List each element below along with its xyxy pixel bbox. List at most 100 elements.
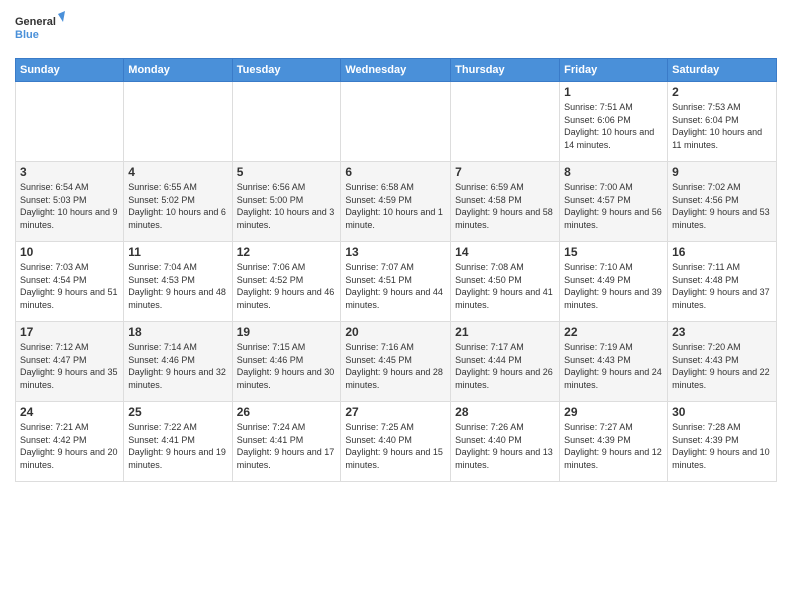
logo-svg: General Blue bbox=[15, 10, 65, 50]
day-info: Sunrise: 6:58 AMSunset: 4:59 PMDaylight:… bbox=[345, 181, 446, 231]
day-info: Sunrise: 7:07 AMSunset: 4:51 PMDaylight:… bbox=[345, 261, 446, 311]
calendar-cell: 17Sunrise: 7:12 AMSunset: 4:47 PMDayligh… bbox=[16, 322, 124, 402]
calendar-cell: 29 Sunrise: 7:27 AMSunset: 4:39 PMDayligh… bbox=[560, 402, 668, 482]
calendar-cell: 30 Sunrise: 7:28 AMSunset: 4:39 PMDayligh… bbox=[668, 402, 777, 482]
calendar-cell: 14 Sunrise: 7:08 AMSunset: 4:50 PMDayligh… bbox=[451, 242, 560, 322]
calendar-week-2: 3Sunrise: 6:54 AMSunset: 5:03 PMDaylight… bbox=[16, 162, 777, 242]
calendar-cell: 7 Sunrise: 6:59 AMSunset: 4:58 PMDaylight… bbox=[451, 162, 560, 242]
day-info: Sunrise: 7:20 AMSunset: 4:43 PMDaylight:… bbox=[672, 341, 772, 391]
day-info: Sunrise: 7:10 AMSunset: 4:49 PMDaylight:… bbox=[564, 261, 663, 311]
day-info: Sunrise: 7:08 AMSunset: 4:50 PMDaylight:… bbox=[455, 261, 555, 311]
day-number: 11 bbox=[128, 245, 227, 259]
day-info: Sunrise: 7:21 AMSunset: 4:42 PMDaylight:… bbox=[20, 421, 119, 471]
day-info: Sunrise: 6:59 AMSunset: 4:58 PMDaylight:… bbox=[455, 181, 555, 231]
day-number: 5 bbox=[237, 165, 337, 179]
svg-text:Blue: Blue bbox=[15, 29, 39, 41]
page-header: General Blue bbox=[15, 10, 777, 50]
day-info: Sunrise: 7:27 AMSunset: 4:39 PMDaylight:… bbox=[564, 421, 663, 471]
day-info: Sunrise: 7:04 AMSunset: 4:53 PMDaylight:… bbox=[128, 261, 227, 311]
calendar-cell: 8Sunrise: 7:00 AMSunset: 4:57 PMDaylight… bbox=[560, 162, 668, 242]
calendar-cell bbox=[124, 82, 232, 162]
calendar-cell: 9 Sunrise: 7:02 AMSunset: 4:56 PMDaylight… bbox=[668, 162, 777, 242]
calendar-cell bbox=[451, 82, 560, 162]
day-info: Sunrise: 7:19 AMSunset: 4:43 PMDaylight:… bbox=[564, 341, 663, 391]
day-info: Sunrise: 7:06 AMSunset: 4:52 PMDaylight:… bbox=[237, 261, 337, 311]
calendar-cell: 4 Sunrise: 6:55 AMSunset: 5:02 PMDaylight… bbox=[124, 162, 232, 242]
day-info: Sunrise: 7:11 AMSunset: 4:48 PMDaylight:… bbox=[672, 261, 772, 311]
calendar-cell: 19 Sunrise: 7:15 AMSunset: 4:46 PMDayligh… bbox=[232, 322, 341, 402]
day-info: Sunrise: 7:00 AMSunset: 4:57 PMDaylight:… bbox=[564, 181, 663, 231]
day-number: 30 bbox=[672, 405, 772, 419]
day-number: 21 bbox=[455, 325, 555, 339]
day-info: Sunrise: 6:55 AMSunset: 5:02 PMDaylight:… bbox=[128, 181, 227, 231]
calendar-cell: 3Sunrise: 6:54 AMSunset: 5:03 PMDaylight… bbox=[16, 162, 124, 242]
day-number: 17 bbox=[20, 325, 119, 339]
day-number: 2 bbox=[672, 85, 772, 99]
calendar-week-3: 10Sunrise: 7:03 AMSunset: 4:54 PMDayligh… bbox=[16, 242, 777, 322]
day-number: 15 bbox=[564, 245, 663, 259]
day-header-sunday: Sunday bbox=[16, 59, 124, 82]
day-number: 4 bbox=[128, 165, 227, 179]
calendar-week-5: 24 Sunrise: 7:21 AMSunset: 4:42 PMDayligh… bbox=[16, 402, 777, 482]
calendar-cell: 15 Sunrise: 7:10 AMSunset: 4:49 PMDayligh… bbox=[560, 242, 668, 322]
day-number: 6 bbox=[345, 165, 446, 179]
day-number: 1 bbox=[564, 85, 663, 99]
calendar-cell: 26 Sunrise: 7:24 AMSunset: 4:41 PMDayligh… bbox=[232, 402, 341, 482]
calendar-cell: 25 Sunrise: 7:22 AMSunset: 4:41 PMDayligh… bbox=[124, 402, 232, 482]
day-number: 23 bbox=[672, 325, 772, 339]
svg-text:General: General bbox=[15, 16, 56, 28]
calendar-cell: 20Sunrise: 7:16 AMSunset: 4:45 PMDayligh… bbox=[341, 322, 451, 402]
calendar-cell bbox=[232, 82, 341, 162]
calendar-cell: 6 Sunrise: 6:58 AMSunset: 4:59 PMDaylight… bbox=[341, 162, 451, 242]
day-number: 20 bbox=[345, 325, 446, 339]
day-number: 19 bbox=[237, 325, 337, 339]
calendar-cell: 12 Sunrise: 7:06 AMSunset: 4:52 PMDayligh… bbox=[232, 242, 341, 322]
day-number: 24 bbox=[20, 405, 119, 419]
day-header-wednesday: Wednesday bbox=[341, 59, 451, 82]
calendar-header-row: SundayMondayTuesdayWednesdayThursdayFrid… bbox=[16, 59, 777, 82]
day-number: 9 bbox=[672, 165, 772, 179]
day-info: Sunrise: 7:51 AMSunset: 6:06 PMDaylight:… bbox=[564, 101, 663, 151]
calendar-cell: 23 Sunrise: 7:20 AMSunset: 4:43 PMDayligh… bbox=[668, 322, 777, 402]
day-info: Sunrise: 7:26 AMSunset: 4:40 PMDaylight:… bbox=[455, 421, 555, 471]
day-header-friday: Friday bbox=[560, 59, 668, 82]
day-info: Sunrise: 7:25 AMSunset: 4:40 PMDaylight:… bbox=[345, 421, 446, 471]
day-number: 14 bbox=[455, 245, 555, 259]
calendar-cell: 13Sunrise: 7:07 AMSunset: 4:51 PMDayligh… bbox=[341, 242, 451, 322]
calendar-cell: 16 Sunrise: 7:11 AMSunset: 4:48 PMDayligh… bbox=[668, 242, 777, 322]
day-number: 26 bbox=[237, 405, 337, 419]
calendar-cell: 11 Sunrise: 7:04 AMSunset: 4:53 PMDayligh… bbox=[124, 242, 232, 322]
day-number: 29 bbox=[564, 405, 663, 419]
day-number: 12 bbox=[237, 245, 337, 259]
calendar-cell: 18Sunrise: 7:14 AMSunset: 4:46 PMDayligh… bbox=[124, 322, 232, 402]
calendar-cell: 10Sunrise: 7:03 AMSunset: 4:54 PMDayligh… bbox=[16, 242, 124, 322]
day-header-saturday: Saturday bbox=[668, 59, 777, 82]
calendar-cell bbox=[341, 82, 451, 162]
day-number: 27 bbox=[345, 405, 446, 419]
calendar-cell: 28 Sunrise: 7:26 AMSunset: 4:40 PMDayligh… bbox=[451, 402, 560, 482]
day-info: Sunrise: 7:53 AMSunset: 6:04 PMDaylight:… bbox=[672, 101, 772, 151]
day-info: Sunrise: 6:54 AMSunset: 5:03 PMDaylight:… bbox=[20, 181, 119, 231]
calendar-cell: 2 Sunrise: 7:53 AMSunset: 6:04 PMDaylight… bbox=[668, 82, 777, 162]
calendar-week-1: 1 Sunrise: 7:51 AMSunset: 6:06 PMDaylight… bbox=[16, 82, 777, 162]
day-info: Sunrise: 7:15 AMSunset: 4:46 PMDaylight:… bbox=[237, 341, 337, 391]
day-info: Sunrise: 7:03 AMSunset: 4:54 PMDaylight:… bbox=[20, 261, 119, 311]
day-number: 7 bbox=[455, 165, 555, 179]
calendar-cell: 21 Sunrise: 7:17 AMSunset: 4:44 PMDayligh… bbox=[451, 322, 560, 402]
day-info: Sunrise: 7:24 AMSunset: 4:41 PMDaylight:… bbox=[237, 421, 337, 471]
calendar-cell: 1 Sunrise: 7:51 AMSunset: 6:06 PMDaylight… bbox=[560, 82, 668, 162]
day-info: Sunrise: 7:28 AMSunset: 4:39 PMDaylight:… bbox=[672, 421, 772, 471]
calendar-cell: 22 Sunrise: 7:19 AMSunset: 4:43 PMDayligh… bbox=[560, 322, 668, 402]
calendar-cell: 27 Sunrise: 7:25 AMSunset: 4:40 PMDayligh… bbox=[341, 402, 451, 482]
calendar-cell: 5 Sunrise: 6:56 AMSunset: 5:00 PMDaylight… bbox=[232, 162, 341, 242]
day-info: Sunrise: 7:02 AMSunset: 4:56 PMDaylight:… bbox=[672, 181, 772, 231]
day-info: Sunrise: 6:56 AMSunset: 5:00 PMDaylight:… bbox=[237, 181, 337, 231]
day-header-tuesday: Tuesday bbox=[232, 59, 341, 82]
day-number: 22 bbox=[564, 325, 663, 339]
day-number: 16 bbox=[672, 245, 772, 259]
day-number: 28 bbox=[455, 405, 555, 419]
logo: General Blue bbox=[15, 10, 65, 50]
day-number: 25 bbox=[128, 405, 227, 419]
day-info: Sunrise: 7:17 AMSunset: 4:44 PMDaylight:… bbox=[455, 341, 555, 391]
day-info: Sunrise: 7:22 AMSunset: 4:41 PMDaylight:… bbox=[128, 421, 227, 471]
